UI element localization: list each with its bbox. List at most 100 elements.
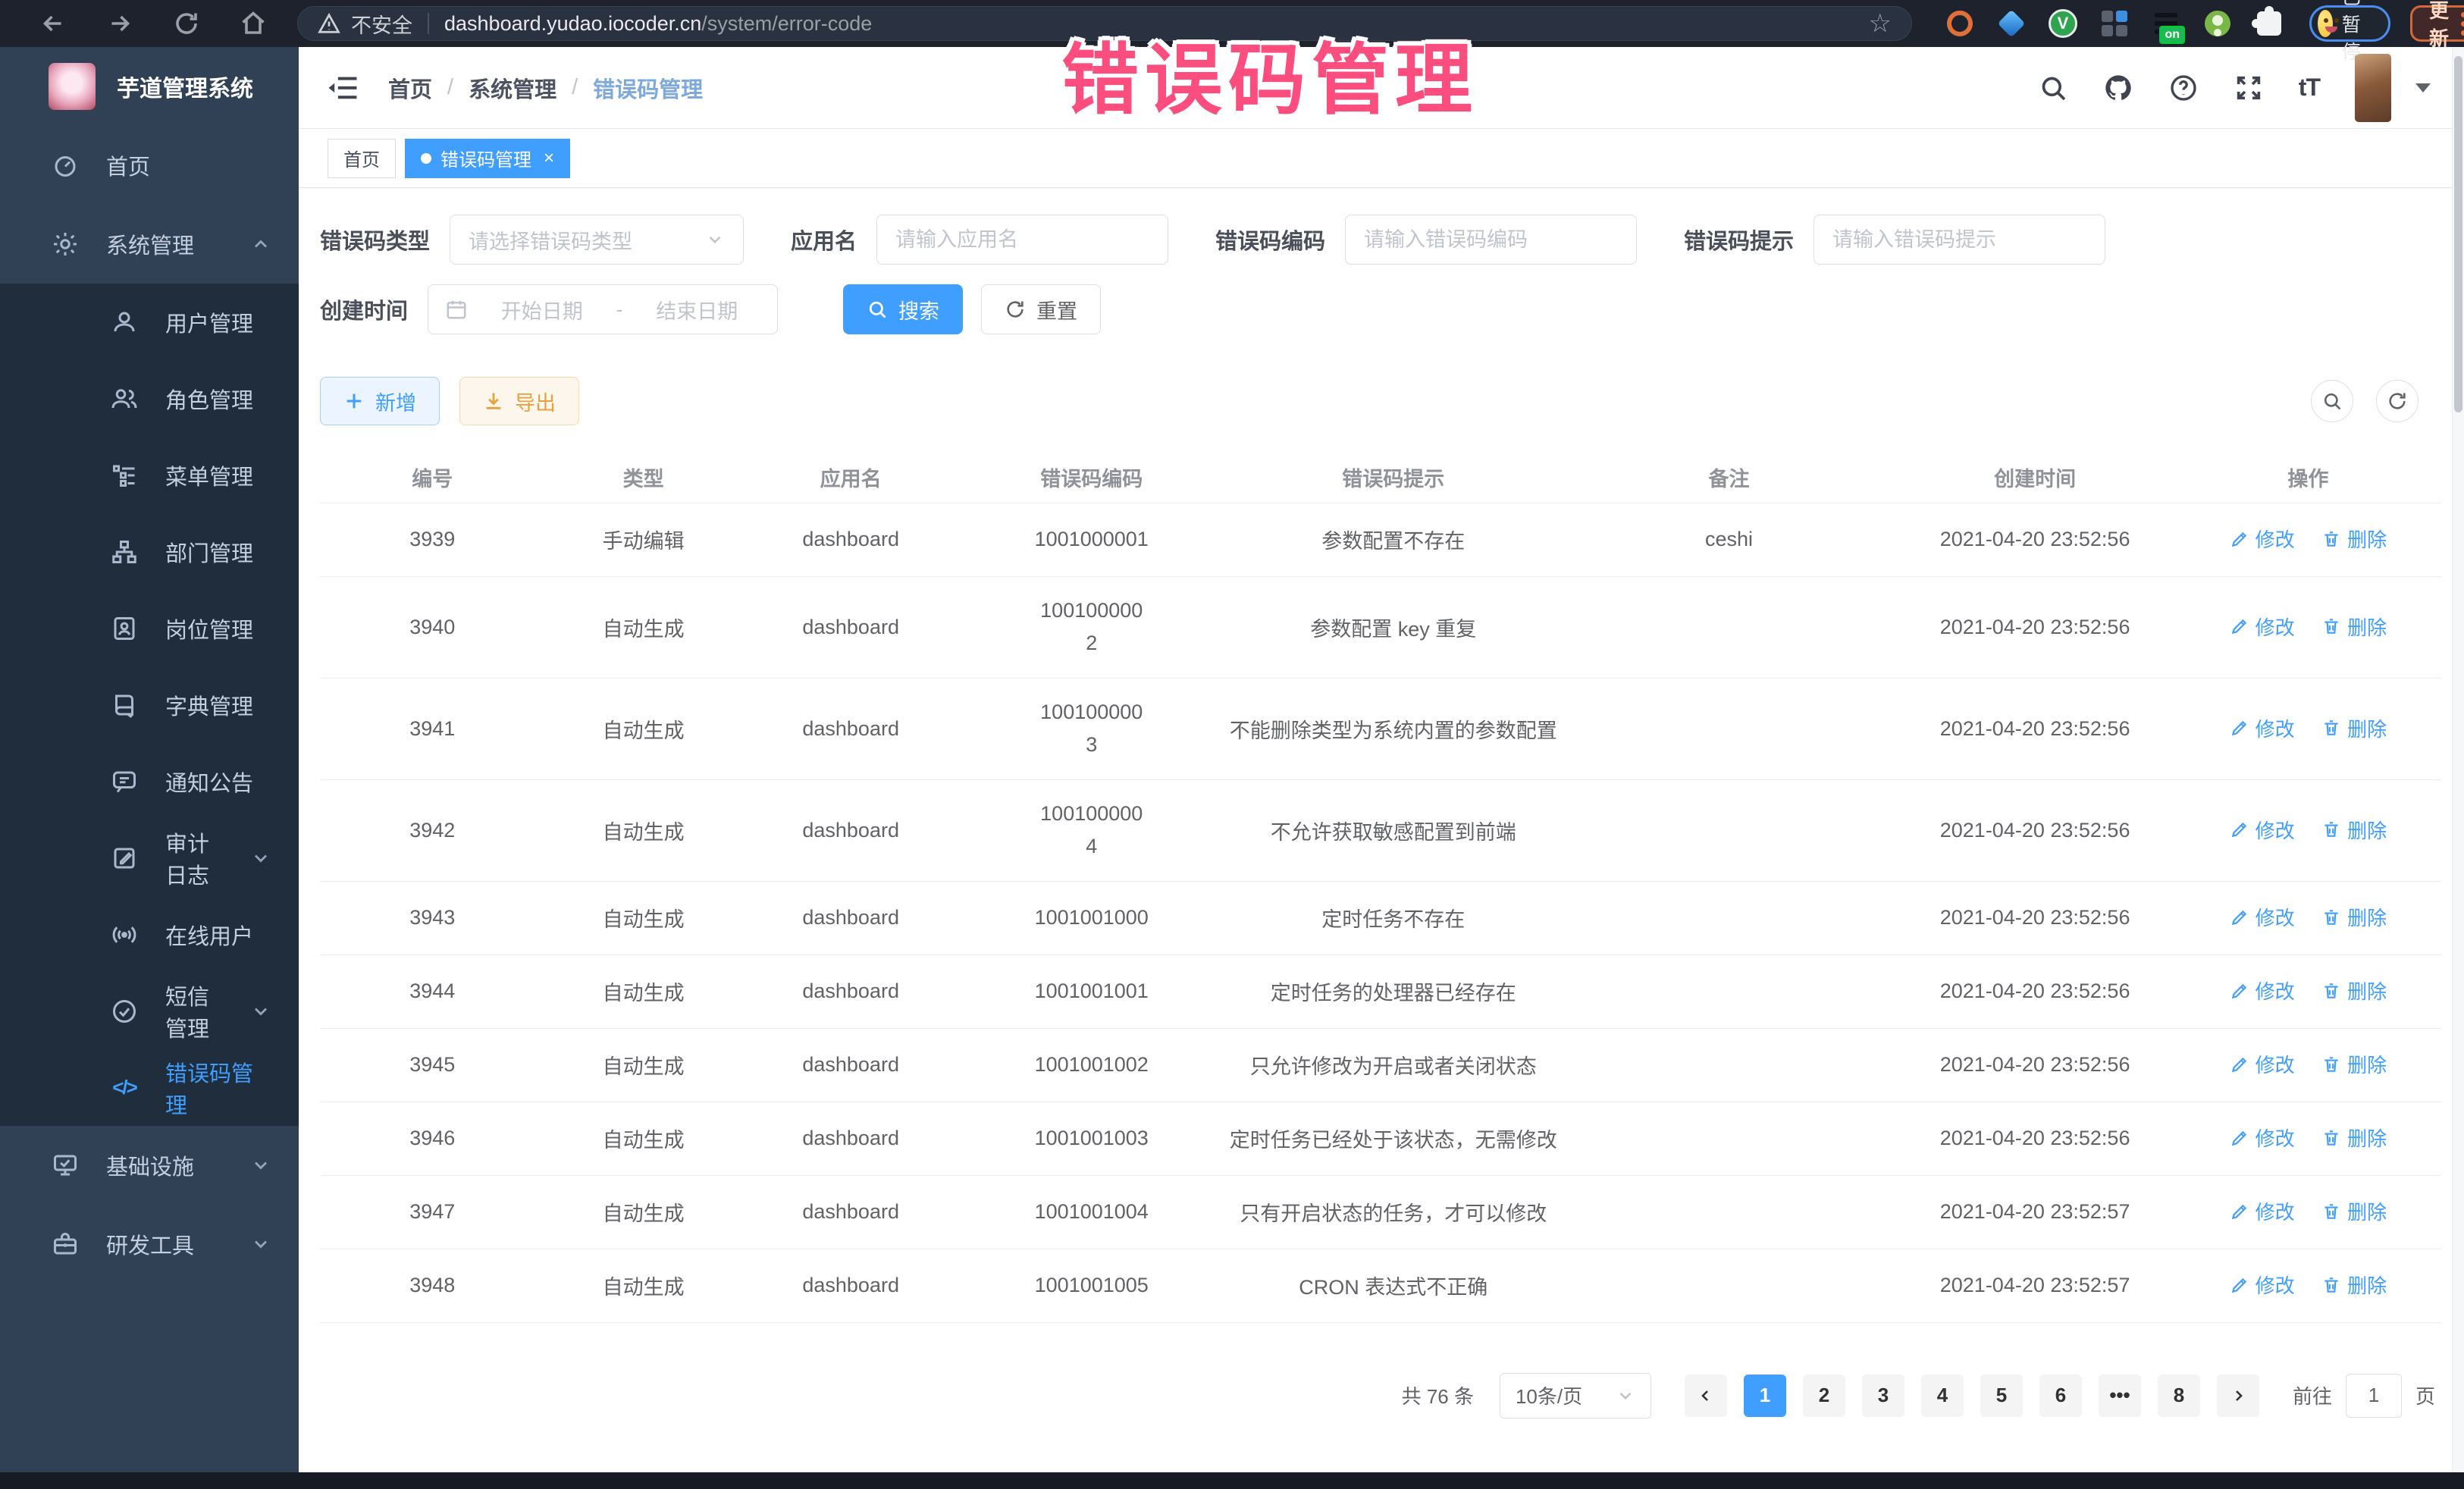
forward-icon[interactable] [106,10,133,37]
extension-gem-icon[interactable] [1997,9,2026,38]
github-icon[interactable] [2103,73,2133,103]
delete-link[interactable]: 删除 [2321,1271,2387,1299]
delete-link[interactable]: 删除 [2321,613,2387,641]
extension-v-icon[interactable]: V [2049,9,2077,38]
page-button-8[interactable]: 8 [2158,1375,2200,1417]
prev-page-button[interactable] [1685,1375,1727,1417]
edit-link[interactable]: 修改 [2230,1124,2295,1152]
search-button[interactable]: 搜索 [843,284,963,334]
table-toolbar: 新增 导出 [320,377,2441,425]
tab-error-code[interactable]: 错误码管理 × [405,139,570,178]
sidebar-item-infrastructure[interactable]: 基础设施 [0,1126,299,1205]
page-button-2[interactable]: 2 [1803,1375,1845,1417]
browser-menu-icon[interactable] [2461,12,2464,36]
goto-page-input[interactable] [2346,1374,2402,1418]
update-label: 更新 [2429,0,2449,52]
extension-ring-icon[interactable] [1945,9,1974,38]
fullscreen-icon[interactable] [2234,73,2264,103]
extension-person-icon[interactable] [2203,9,2232,38]
edit-link[interactable]: 修改 [2230,714,2295,742]
extension-grid-icon[interactable] [2100,9,2129,38]
refresh-button[interactable] [2376,380,2419,422]
trash-icon [2321,616,2341,636]
user-icon [111,309,138,336]
edit-link[interactable]: 修改 [2230,1271,2295,1299]
delete-link[interactable]: 删除 [2321,1124,2387,1152]
cell-app: dashboard [742,779,960,881]
cell-remark [1563,1249,1895,1322]
sidebar-item-error-code[interactable]: </> 错误码管理 [0,1049,299,1126]
cell-actions: 修改 删除 [2175,576,2441,678]
not-secure-warning-icon [318,12,340,35]
edit-link[interactable]: 修改 [2230,976,2295,1005]
paused-profile-badge[interactable]: 已暂停 [2309,5,2390,42]
page-scrollbar[interactable] [2452,47,2464,1472]
sidebar-item-users[interactable]: 用户管理 [0,284,299,360]
app-name-input[interactable] [876,215,1168,265]
page-button-5[interactable]: 5 [1980,1375,2023,1417]
edit-link[interactable]: 修改 [2230,1050,2295,1078]
avatar-caret-icon[interactable] [2415,83,2431,92]
refresh-icon [2387,390,2408,412]
delete-link[interactable]: 删除 [2321,714,2387,742]
search-icon[interactable] [2038,73,2068,103]
home-icon[interactable] [240,10,267,37]
error-msg-input[interactable] [1814,215,2105,265]
type-select[interactable]: 请选择错误码类型 [450,215,744,265]
delete-link[interactable]: 删除 [2321,903,2387,931]
more-pages-button[interactable]: ••• [2099,1375,2141,1417]
page-button-4[interactable]: 4 [1921,1375,1964,1417]
cell-code: 1001001000 [960,881,1224,955]
edit-link[interactable]: 修改 [2230,816,2295,844]
trash-icon [2321,1202,2341,1221]
close-icon[interactable]: × [544,149,554,168]
extensions-puzzle-icon[interactable] [2255,9,2284,38]
browser-update-button[interactable]: 更新 [2410,5,2464,42]
edit-link[interactable]: 修改 [2230,1197,2295,1225]
reload-icon[interactable] [173,10,200,37]
sidebar-item-sms[interactable]: 短信管理 [0,973,299,1049]
add-button[interactable]: 新增 [320,377,440,425]
breadcrumb-home[interactable]: 首页 [388,72,432,104]
sidebar-item-notices[interactable]: 通知公告 [0,743,299,820]
sidebar-fold-icon[interactable] [328,75,358,101]
sidebar-item-audit-log[interactable]: 审计日志 [0,820,299,896]
font-size-icon[interactable]: tT [2299,74,2320,102]
sidebar-item-online-users[interactable]: 在线用户 [0,896,299,973]
sidebar-item-home[interactable]: 首页 [0,126,299,205]
scrollbar-thumb[interactable] [2454,56,2462,412]
edit-link[interactable]: 修改 [2230,525,2295,553]
edit-link[interactable]: 修改 [2230,613,2295,641]
breadcrumb-system[interactable]: 系统管理 [469,72,556,104]
error-code-input[interactable] [1345,215,1637,265]
sidebar-item-posts[interactable]: 岗位管理 [0,590,299,666]
sidebar-item-departments[interactable]: 部门管理 [0,513,299,590]
sidebar-item-roles[interactable]: 角色管理 [0,360,299,437]
reset-button[interactable]: 重置 [981,284,1101,334]
extension-list-icon[interactable]: on [2152,9,2180,38]
export-button[interactable]: 导出 [459,377,579,425]
date-range-picker[interactable]: 开始日期 - 结束日期 [428,284,778,334]
sidebar-item-menus[interactable]: 菜单管理 [0,437,299,513]
delete-link[interactable]: 删除 [2321,976,2387,1005]
delete-link[interactable]: 删除 [2321,1197,2387,1225]
bookmark-star-icon[interactable]: ☆ [1869,11,1892,36]
page-button-6[interactable]: 6 [2039,1375,2082,1417]
delete-link[interactable]: 删除 [2321,816,2387,844]
delete-link[interactable]: 删除 [2321,1050,2387,1078]
app-logo[interactable]: 芋道管理系统 [0,47,299,126]
help-icon[interactable] [2168,73,2199,103]
sidebar-item-system[interactable]: 系统管理 [0,205,299,284]
tab-home[interactable]: 首页 [328,139,396,178]
page-button-1[interactable]: 1 [1744,1375,1786,1417]
sidebar-item-dict[interactable]: 字典管理 [0,666,299,743]
edit-link[interactable]: 修改 [2230,903,2295,931]
sidebar-item-dev-tools[interactable]: 研发工具 [0,1205,299,1284]
cell-id: 3943 [320,881,545,955]
next-page-button[interactable] [2217,1375,2259,1417]
page-size-select[interactable]: 10条/页 [1500,1373,1651,1418]
delete-link[interactable]: 删除 [2321,525,2387,553]
back-icon[interactable] [39,10,67,37]
page-button-3[interactable]: 3 [1862,1375,1904,1417]
toggle-search-button[interactable] [2311,380,2353,422]
